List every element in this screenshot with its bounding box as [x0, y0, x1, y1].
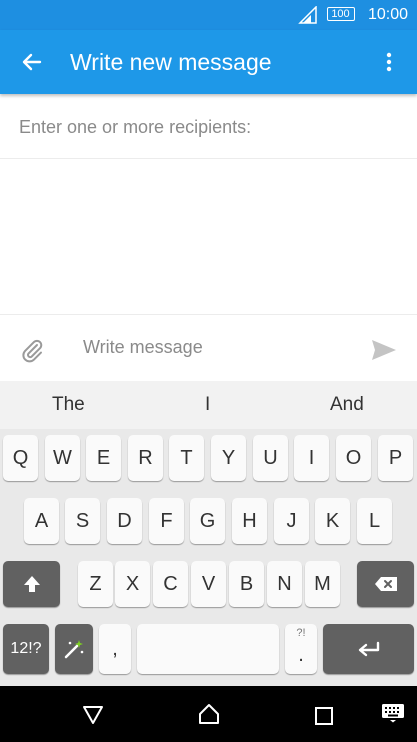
enter-key[interactable] [323, 624, 414, 674]
app-bar: Write new message [0, 30, 417, 94]
key-s[interactable]: S [65, 498, 100, 544]
key-i[interactable]: I [294, 435, 329, 481]
period-key[interactable]: ?! . [285, 624, 317, 674]
key-o[interactable]: O [336, 435, 371, 481]
key-t[interactable]: T [169, 435, 204, 481]
message-area [0, 159, 417, 314]
send-icon[interactable] [371, 339, 397, 361]
recipients-field[interactable]: Enter one or more recipients: [0, 96, 417, 159]
suggestion-3[interactable]: And [330, 394, 364, 416]
backspace-key[interactable] [357, 561, 414, 607]
recipients-placeholder: Enter one or more recipients: [19, 117, 252, 137]
enter-icon [358, 641, 379, 657]
battery-icon: 100 [327, 7, 355, 21]
nav-home-icon[interactable] [197, 703, 221, 725]
magic-wand-icon [64, 640, 84, 659]
comma-key[interactable]: , [99, 624, 131, 674]
key-w[interactable]: W [45, 435, 80, 481]
status-bar: 100 10:00 [0, 0, 417, 30]
key-u[interactable]: U [253, 435, 288, 481]
signal-icon [298, 6, 317, 24]
shift-icon [23, 576, 40, 592]
suggestion-2[interactable]: I [205, 394, 210, 416]
wand-key[interactable] [55, 624, 93, 674]
key-g[interactable]: G [190, 498, 225, 544]
battery-level: 100 [331, 8, 350, 20]
period-label: . [298, 644, 304, 666]
key-q[interactable]: Q [3, 435, 38, 481]
key-k[interactable]: K [315, 498, 350, 544]
clock: 10:00 [368, 6, 409, 23]
period-alt-label: ?! [296, 627, 306, 639]
overflow-menu-icon[interactable] [383, 50, 395, 74]
suggestion-1[interactable]: The [52, 394, 85, 416]
back-arrow-icon[interactable] [20, 50, 44, 74]
key-c[interactable]: C [153, 561, 188, 607]
key-v[interactable]: V [191, 561, 226, 607]
key-r[interactable]: R [128, 435, 163, 481]
compose-bar: Write message [0, 314, 417, 381]
key-m[interactable]: M [305, 561, 340, 607]
key-b[interactable]: B [229, 561, 264, 607]
key-f[interactable]: F [149, 498, 184, 544]
keyboard-switch-icon[interactable] [381, 703, 405, 723]
key-l[interactable]: L [357, 498, 392, 544]
nav-recents-icon[interactable] [315, 707, 333, 725]
keyboard: Q W E R T Y U I O P A S D F G H J K L Z … [0, 429, 417, 686]
key-p[interactable]: P [378, 435, 413, 481]
key-a[interactable]: A [24, 498, 59, 544]
key-z[interactable]: Z [78, 561, 113, 607]
suggestion-bar: The I And [0, 381, 417, 429]
navigation-bar [0, 686, 417, 742]
attach-icon[interactable] [20, 337, 44, 363]
nav-back-icon[interactable] [82, 705, 104, 725]
key-x[interactable]: X [115, 561, 150, 607]
key-n[interactable]: N [267, 561, 302, 607]
backspace-icon [374, 577, 397, 591]
key-e[interactable]: E [86, 435, 121, 481]
key-j[interactable]: J [274, 498, 309, 544]
space-key[interactable] [137, 624, 279, 674]
shift-key[interactable] [3, 561, 60, 607]
symbols-key[interactable]: 12!? [3, 624, 49, 674]
key-h[interactable]: H [232, 498, 267, 544]
message-input[interactable]: Write message [83, 337, 203, 358]
page-title: Write new message [70, 49, 272, 75]
key-d[interactable]: D [107, 498, 142, 544]
key-y[interactable]: Y [211, 435, 246, 481]
